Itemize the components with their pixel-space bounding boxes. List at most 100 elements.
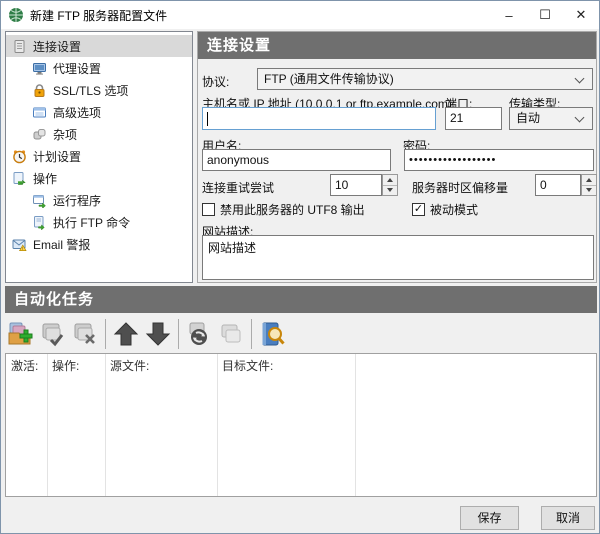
duplicate-task-icon: [217, 320, 245, 348]
retry-label: 连接重试尝试: [202, 179, 274, 196]
sidebar-item-label: SSL/TLS 选项: [53, 82, 128, 99]
duplicate-task-button[interactable]: [215, 318, 247, 350]
passive-mode-checkbox[interactable]: ✓: [412, 203, 425, 216]
view-log-icon: [258, 320, 286, 348]
column-divider: [217, 354, 218, 496]
column-divider: [47, 354, 48, 496]
sidebar-item-label: 杂项: [53, 126, 77, 143]
timezone-input[interactable]: 0: [535, 174, 581, 196]
utf8-checkbox-label: 禁用此服务器的 UTF8 输出: [220, 201, 365, 218]
utf8-checkbox-row[interactable]: 禁用此服务器的 UTF8 输出: [202, 201, 365, 218]
move-down-button[interactable]: [142, 318, 174, 350]
passive-mode-checkbox-label: 被动模式: [430, 201, 478, 218]
sidebar-item-ssl-tls-options[interactable]: SSL/TLS 选项: [6, 79, 192, 101]
sidebar-item-miscellaneous[interactable]: 杂项: [6, 123, 192, 145]
password-input[interactable]: ••••••••••••••••••: [404, 149, 594, 171]
connection-settings-panel: 连接设置 协议: FTP (通用文件传输协议) 主机名或 IP 地址 (10.0…: [197, 31, 597, 283]
actions-icon: [12, 171, 27, 186]
settings-tree: 连接设置 代理设置 SSL/TLS 选项 高级选项 杂项: [5, 31, 193, 283]
add-task-button[interactable]: [5, 318, 37, 350]
automation-tasks-header: 自动化任务: [5, 286, 597, 313]
sidebar-item-advanced-options[interactable]: 高级选项: [6, 101, 192, 123]
sidebar-item-execute-ftp-command[interactable]: 执行 FTP 命令: [6, 211, 192, 233]
spin-up-icon[interactable]: [383, 175, 397, 185]
connection-settings-header: 连接设置: [198, 32, 596, 59]
proxy-monitor-icon: [32, 61, 47, 76]
ftp-command-icon: [32, 215, 47, 230]
sidebar-item-label: 高级选项: [53, 104, 101, 121]
misc-icon: [32, 127, 47, 142]
lock-icon: [32, 83, 47, 98]
save-button[interactable]: 保存: [460, 506, 519, 530]
column-divider: [355, 354, 356, 496]
automation-toolbar: [5, 315, 597, 352]
add-task-icon: [7, 320, 35, 348]
run-tasks-icon: [185, 320, 213, 348]
sidebar-item-run-program[interactable]: 运行程序: [6, 189, 192, 211]
column-divider: [105, 354, 106, 496]
svg-text:!: !: [22, 246, 23, 251]
username-input[interactable]: anonymous: [202, 149, 391, 171]
column-header-source-file[interactable]: 源文件:: [110, 357, 149, 374]
sidebar-item-actions[interactable]: 操作: [6, 167, 192, 189]
run-tasks-button[interactable]: [183, 318, 215, 350]
utf8-checkbox[interactable]: [202, 203, 215, 216]
transfer-type-select[interactable]: 自动: [509, 107, 593, 130]
email-alert-icon: !: [12, 237, 27, 252]
sidebar-item-label: 操作: [33, 170, 57, 187]
spin-down-icon[interactable]: [383, 185, 397, 196]
column-header-active[interactable]: 激活:: [11, 357, 38, 374]
edit-task-icon: [39, 320, 67, 348]
titlebar: 新建 FTP 服务器配置文件 – ☐ ✕: [1, 1, 599, 29]
spin-down-icon[interactable]: [582, 185, 596, 196]
chevron-down-icon: [575, 74, 585, 84]
host-input[interactable]: [202, 107, 436, 130]
minimize-button[interactable]: –: [491, 1, 527, 29]
schedule-clock-icon: [12, 149, 27, 164]
move-down-icon: [144, 320, 172, 348]
transfer-type-value: 自动: [516, 111, 540, 125]
view-log-button[interactable]: [256, 318, 288, 350]
column-header-target-file[interactable]: 目标文件:: [222, 357, 273, 374]
sidebar-item-proxy-settings[interactable]: 代理设置: [6, 57, 192, 79]
sidebar-item-connection-settings[interactable]: 连接设置: [6, 35, 192, 57]
spin-up-icon[interactable]: [582, 175, 596, 185]
protocol-label: 协议:: [202, 73, 229, 90]
delete-task-button[interactable]: [69, 318, 101, 350]
timezone-spinner[interactable]: [581, 174, 597, 196]
sidebar-item-label: 执行 FTP 命令: [53, 214, 130, 231]
task-table[interactable]: 激活: 操作: 源文件: 目标文件:: [5, 353, 597, 497]
advanced-options-icon: [32, 105, 47, 120]
sidebar-item-label: 连接设置: [33, 38, 81, 55]
chevron-down-icon: [575, 113, 585, 123]
protocol-value: FTP (通用文件传输协议): [264, 72, 394, 86]
toolbar-separator: [251, 319, 252, 349]
sidebar-item-label: 计划设置: [33, 148, 81, 165]
move-up-icon: [112, 320, 140, 348]
maximize-button[interactable]: ☐: [527, 1, 563, 29]
app-icon: [8, 7, 24, 23]
sidebar-item-email-alerts[interactable]: ! Email 警报: [6, 233, 192, 255]
sidebar-item-label: Email 警报: [33, 236, 90, 253]
text-caret: [207, 112, 208, 126]
window-title: 新建 FTP 服务器配置文件: [30, 7, 491, 24]
retry-spinner[interactable]: [382, 174, 398, 196]
protocol-select[interactable]: FTP (通用文件传输协议): [257, 68, 593, 90]
move-up-button[interactable]: [110, 318, 142, 350]
server-page-icon: [12, 39, 27, 54]
toolbar-separator: [105, 319, 106, 349]
sidebar-item-schedule-settings[interactable]: 计划设置: [6, 145, 192, 167]
column-header-operation[interactable]: 操作:: [52, 357, 79, 374]
sidebar-item-label: 运行程序: [53, 192, 101, 209]
dialog-window: 新建 FTP 服务器配置文件 – ☐ ✕ 连接设置 代理设置 SSL/TLS 选…: [0, 0, 600, 534]
edit-task-button[interactable]: [37, 318, 69, 350]
delete-task-icon: [71, 320, 99, 348]
toolbar-separator: [178, 319, 179, 349]
description-textarea[interactable]: 网站描述: [202, 235, 594, 280]
retry-input[interactable]: 10: [330, 174, 382, 196]
port-input[interactable]: 21: [445, 107, 502, 130]
passive-mode-checkbox-row[interactable]: ✓ 被动模式: [412, 201, 478, 218]
cancel-button[interactable]: 取消: [541, 506, 595, 530]
close-button[interactable]: ✕: [563, 1, 599, 29]
run-program-icon: [32, 193, 47, 208]
